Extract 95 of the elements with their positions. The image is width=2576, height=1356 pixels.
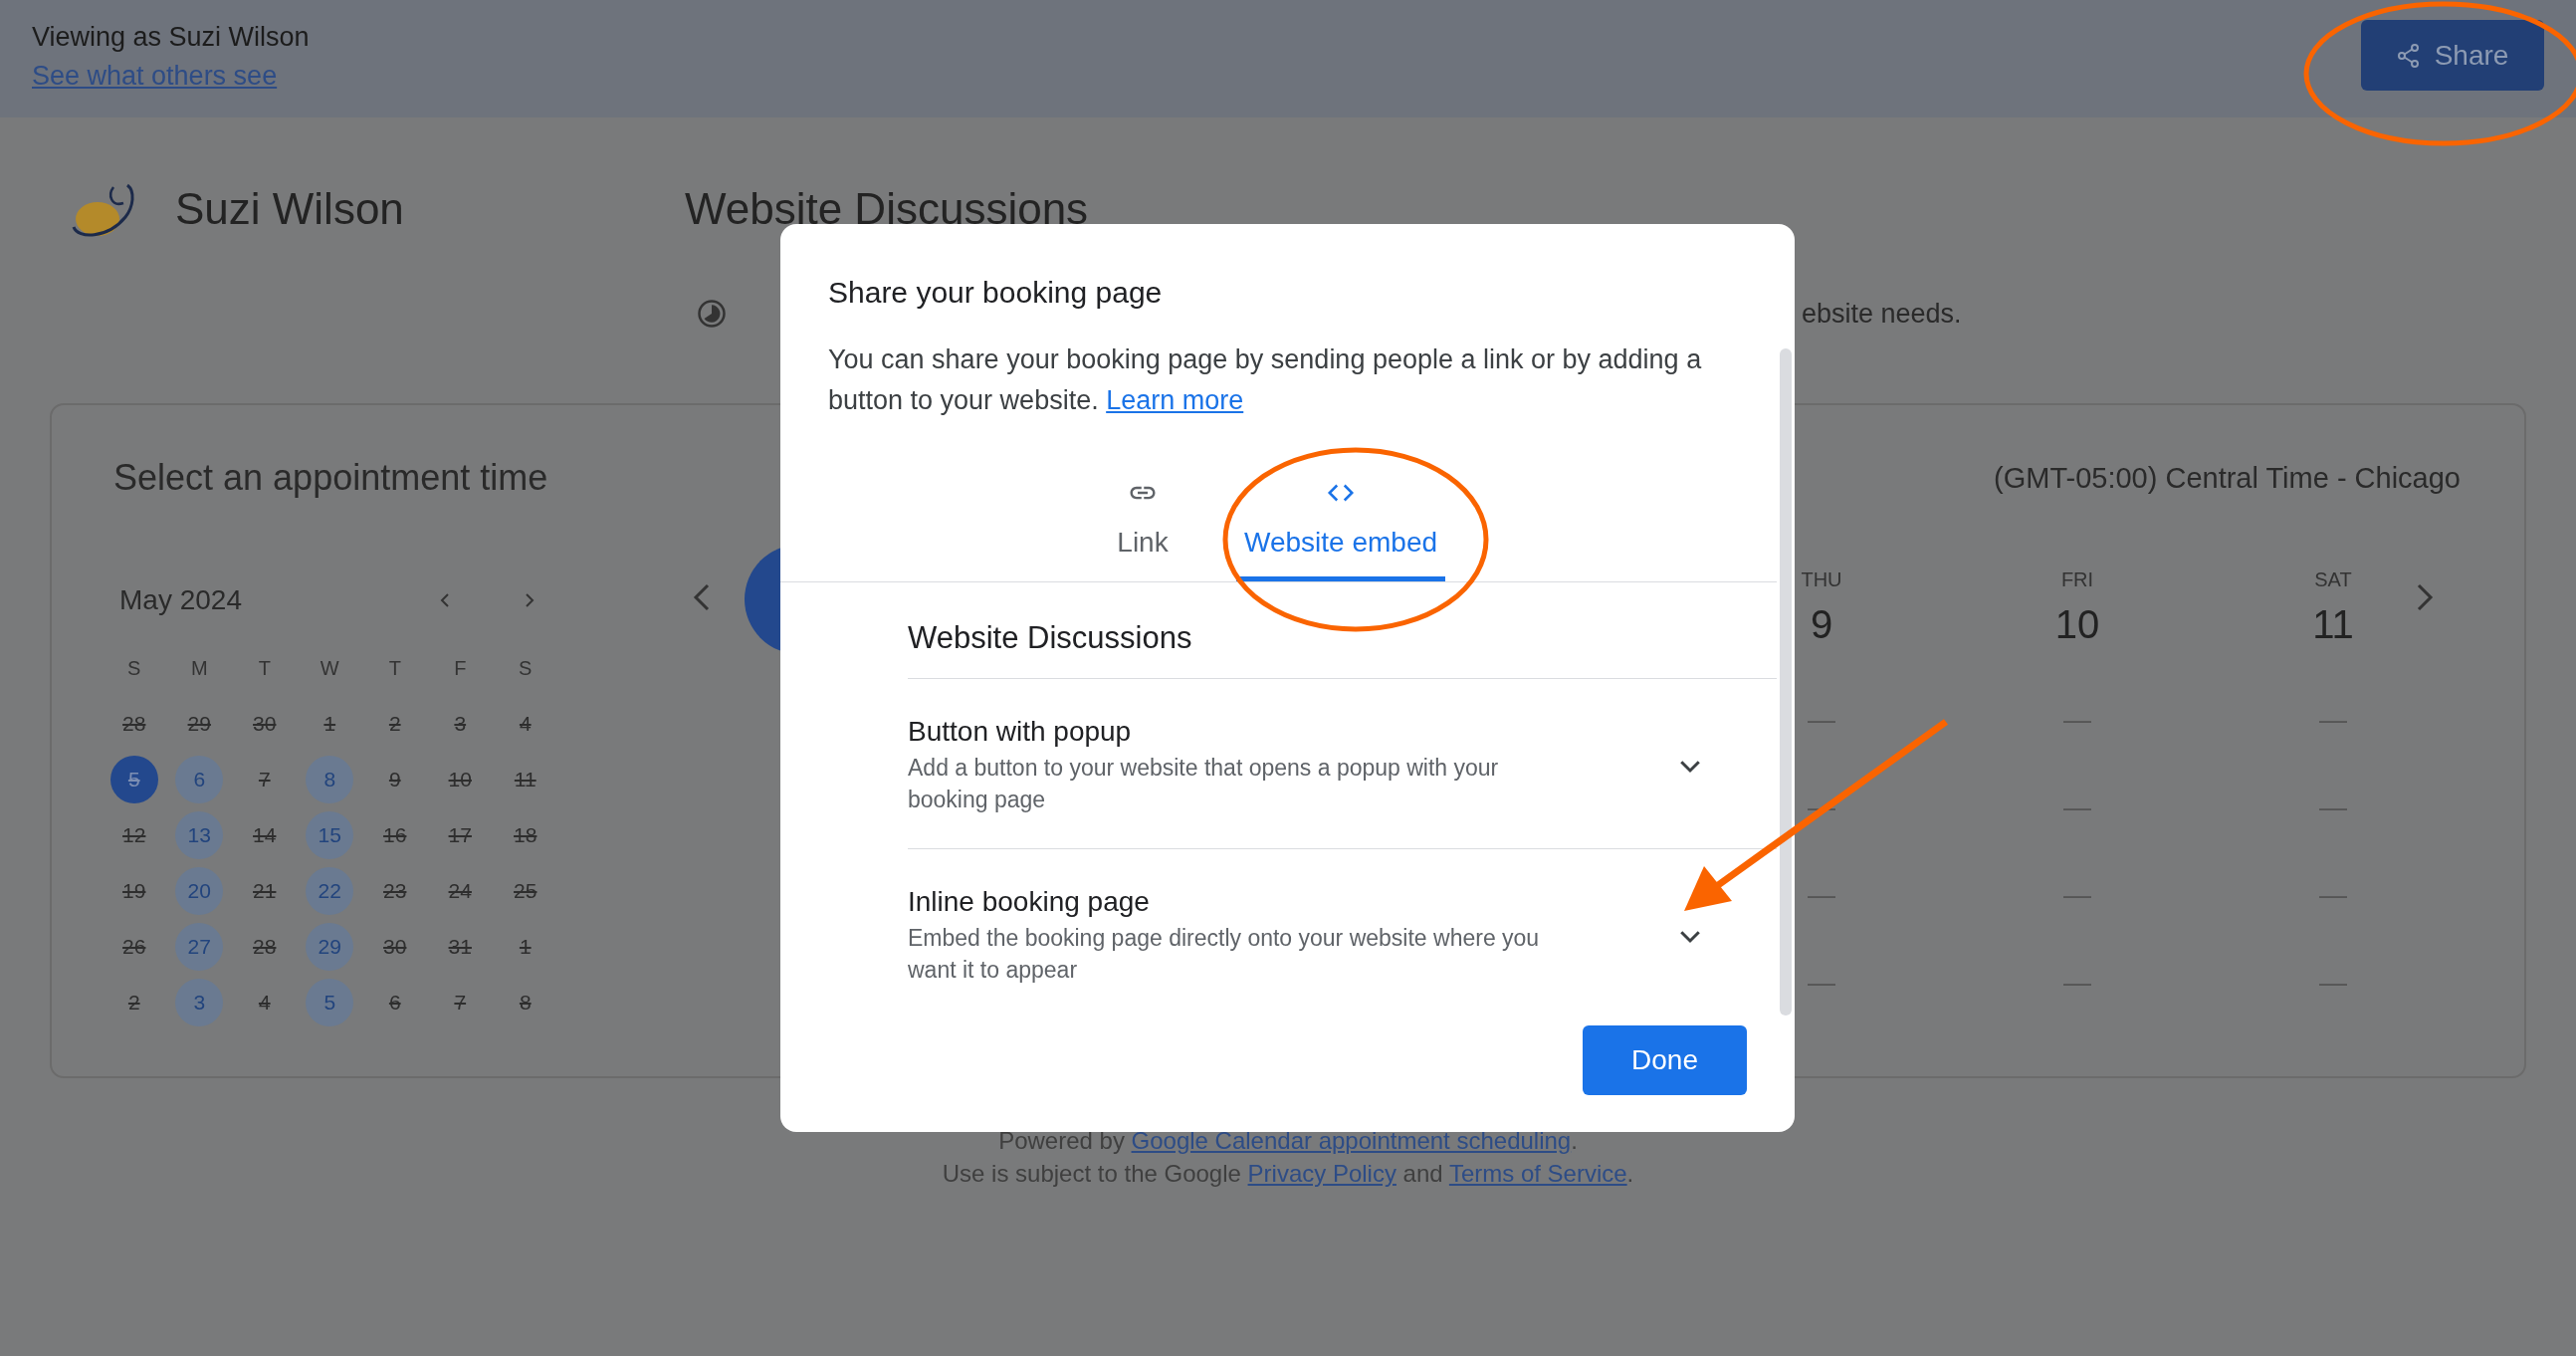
- scrollbar[interactable]: [1780, 348, 1792, 1016]
- weekday-header: FRI: [2060, 567, 2094, 591]
- calendar-day: 17: [436, 811, 485, 859]
- month-label: May 2024: [119, 584, 243, 616]
- empty-slot: —: [2063, 968, 2091, 998]
- calendar-day[interactable]: 27: [175, 923, 224, 971]
- weekday-header: SAT: [2314, 567, 2352, 591]
- calendar-day: 4: [240, 979, 289, 1026]
- profile-name: Suzi Wilson: [175, 184, 404, 234]
- calendar-day: 30: [240, 700, 289, 748]
- calendar-day[interactable]: 3: [175, 979, 224, 1026]
- calendar-day[interactable]: 5: [109, 756, 158, 803]
- calendar-day: 28: [240, 923, 289, 971]
- share-tab[interactable]: Website embed: [1236, 478, 1446, 581]
- calendar-day[interactable]: 6: [175, 756, 224, 803]
- dialog-title: Share your booking page: [828, 275, 1164, 311]
- done-button[interactable]: Done: [1583, 1025, 1747, 1095]
- calendar-day: 11: [501, 756, 549, 803]
- weekday-label: T: [257, 655, 272, 681]
- footer-text: Powered by Google Calendar appointment scheduling.: [997, 1126, 1579, 1156]
- calendar-day[interactable]: 5: [306, 979, 354, 1026]
- share-button[interactable]: Share: [2361, 20, 2544, 91]
- calendar-day: 31: [436, 923, 485, 971]
- empty-slot: —: [2063, 705, 2091, 735]
- footer-link[interactable]: Privacy Policy: [1247, 1160, 1396, 1187]
- date-number: 10: [2054, 601, 2100, 647]
- calendar-day: 7: [240, 756, 289, 803]
- option-title: Inline booking page: [908, 885, 1151, 919]
- empty-slot: —: [2319, 705, 2347, 735]
- viewing-as-text: Viewing as Suzi Wilson: [32, 22, 310, 53]
- weekday-label: F: [453, 655, 468, 681]
- weekday-label: W: [319, 655, 340, 681]
- calendar-day: 6: [370, 979, 419, 1026]
- calendar-day: 10: [436, 756, 485, 803]
- weekday-label: T: [387, 655, 402, 681]
- calendar-day: 2: [370, 700, 419, 748]
- calendar-day: 26: [109, 923, 158, 971]
- calendar-day: 30: [370, 923, 419, 971]
- share-icon: [2396, 41, 2421, 70]
- see-others-link[interactable]: See what others see: [32, 61, 310, 92]
- option-description: Embed the booking page directly onto your website where you want it to appear: [908, 924, 1541, 985]
- share-tab[interactable]: Link: [1093, 478, 1192, 581]
- description-text: ebsite needs.: [1802, 298, 1962, 330]
- calendar-day: 28: [109, 700, 158, 748]
- empty-slot: —: [1808, 705, 1835, 735]
- calendar-day: 14: [240, 811, 289, 859]
- calendar-day: 1: [306, 700, 354, 748]
- empty-slot: —: [2063, 880, 2091, 910]
- calendar-day: 18: [501, 811, 549, 859]
- weekday-label: S: [126, 655, 142, 681]
- weekday-label: M: [189, 655, 209, 681]
- date-number: 9: [1810, 601, 1833, 647]
- calendar-day: 7: [436, 979, 485, 1026]
- calendar-day: 1: [501, 923, 549, 971]
- weekday-header: THU: [1801, 567, 1842, 591]
- calendar-day[interactable]: 8: [306, 756, 354, 803]
- calendar-day: 21: [240, 867, 289, 915]
- calendar-day[interactable]: 13: [175, 811, 224, 859]
- calendar-day: 25: [501, 867, 549, 915]
- option-description: Add a button to your website that opens a popup with your booking page: [908, 754, 1500, 814]
- empty-slot: —: [2063, 792, 2091, 822]
- calendar-day: 8: [501, 979, 549, 1026]
- empty-slot: —: [2319, 880, 2347, 910]
- page-title: Website Discussions: [685, 184, 1089, 234]
- calendar-day[interactable]: 15: [306, 811, 354, 859]
- learn-more-link[interactable]: Learn more: [1106, 385, 1244, 415]
- calendar-day: 16: [370, 811, 419, 859]
- empty-slot: —: [2319, 792, 2347, 822]
- calendar-day: 2: [109, 979, 158, 1026]
- calendar-day: 24: [436, 867, 485, 915]
- weekday-label: S: [518, 655, 534, 681]
- calendar-day[interactable]: 29: [306, 923, 354, 971]
- calendar-day: 9: [370, 756, 419, 803]
- embed-option[interactable]: Inline booking page Embed the booking page directly onto your website where you want it to appear: [908, 849, 1777, 1018]
- empty-slot: —: [1808, 968, 1835, 998]
- calendar-day: 19: [109, 867, 158, 915]
- clock-icon: [697, 299, 727, 329]
- calendar-day: 29: [175, 700, 224, 748]
- calendar-day: 4: [501, 700, 549, 748]
- dialog-description: You can share your booking page by sending people a link or by adding a button to your website. Learn more: [828, 343, 1703, 417]
- date-number: 11: [2312, 601, 2354, 647]
- calendar-day: 12: [109, 811, 158, 859]
- calendar-day[interactable]: 20: [175, 867, 224, 915]
- footer-link[interactable]: Terms of Service: [1448, 1160, 1627, 1187]
- calendar-day: 3: [436, 700, 485, 748]
- embed-option[interactable]: Button with popup Add a button to your website that opens a popup with your booking page: [908, 679, 1777, 849]
- calendar-day: 23: [370, 867, 419, 915]
- section-title: Website Discussions: [908, 619, 1777, 679]
- empty-slot: —: [2319, 968, 2347, 998]
- footer-text: Use is subject to the Google Privacy Policy and Terms of Service.: [941, 1159, 1635, 1189]
- option-title: Button with popup: [908, 715, 1133, 749]
- calendar-day[interactable]: 22: [306, 867, 354, 915]
- empty-slot: —: [1808, 880, 1835, 910]
- card-title: Select an appointment time: [113, 457, 548, 499]
- timezone-label: (GMT-05:00) Central Time - Chicago: [1994, 461, 2461, 495]
